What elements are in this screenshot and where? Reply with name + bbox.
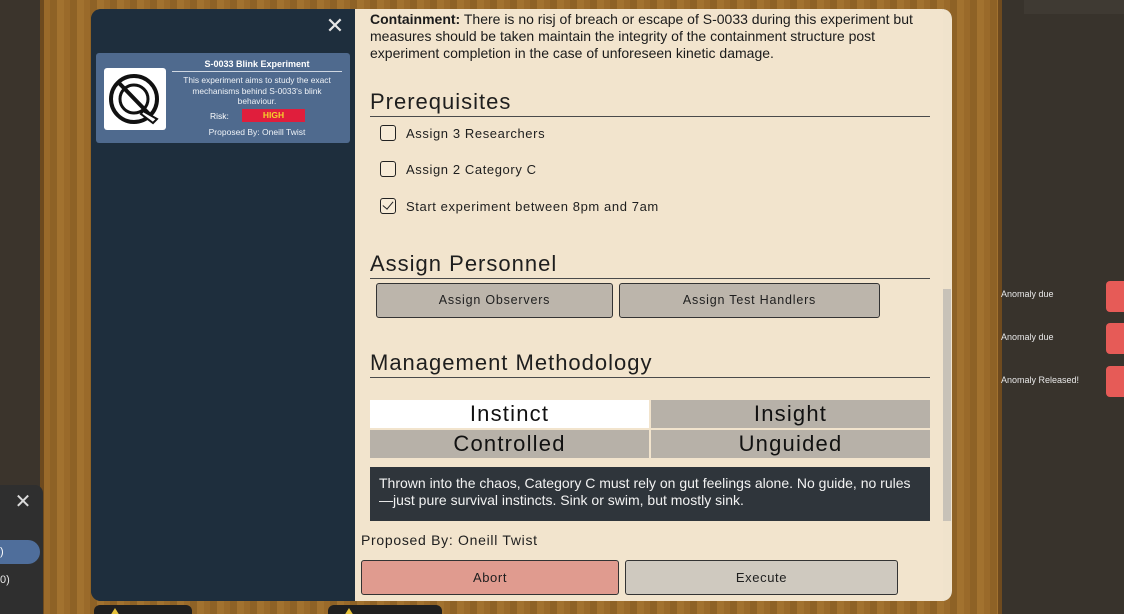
proposed-by-text: Proposed By: Oneill Twist bbox=[361, 532, 538, 548]
notification-label: Anomaly due bbox=[1001, 289, 1054, 299]
methodology-unguided-option[interactable]: Unguided bbox=[651, 430, 930, 458]
prerequisite-row: Assign 3 Researchers bbox=[380, 124, 545, 142]
methodology-insight-option[interactable]: Insight bbox=[651, 400, 930, 428]
methodology-description: Thrown into the chaos, Category C must r… bbox=[370, 467, 930, 521]
management-methodology-heading: Management Methodology bbox=[370, 350, 930, 378]
prerequisite-checkbox-checked[interactable] bbox=[380, 198, 396, 214]
abort-button[interactable]: Abort bbox=[361, 560, 619, 595]
experiment-modal: ✕ S-0033 Blink Experiment This experimen… bbox=[91, 9, 952, 601]
prerequisites-heading: Prerequisites bbox=[370, 89, 930, 117]
risk-label: Risk: bbox=[210, 111, 229, 121]
containment-text: Containment: There is no risj of breach … bbox=[370, 11, 935, 62]
left-panel-item-active[interactable]: ) bbox=[0, 540, 40, 564]
notification-tab[interactable] bbox=[1106, 281, 1124, 312]
notification-tab[interactable] bbox=[1106, 366, 1124, 397]
containment-label: Containment: bbox=[370, 11, 461, 27]
left-panel-close-icon[interactable]: ✕ bbox=[12, 492, 34, 512]
left-panel-item[interactable]: 0) bbox=[0, 571, 40, 589]
experiment-card-description: This experiment aims to study the exact … bbox=[183, 75, 331, 106]
prerequisite-checkbox[interactable] bbox=[380, 161, 396, 177]
experiment-card-proposer: Proposed By: Oneill Twist bbox=[208, 127, 306, 137]
bottom-toolbar-tab[interactable] bbox=[328, 605, 442, 614]
execute-button[interactable]: Execute bbox=[625, 560, 898, 595]
prerequisite-label: Assign 3 Researchers bbox=[406, 125, 546, 141]
prerequisite-row: Assign 2 Category C bbox=[380, 160, 537, 178]
notification-label: Anomaly due bbox=[1001, 332, 1054, 342]
close-icon[interactable]: ✕ bbox=[324, 15, 346, 37]
notification-label: Anomaly Released! bbox=[1001, 375, 1080, 385]
notification-tab[interactable] bbox=[1106, 323, 1124, 354]
experiment-list-panel: ✕ S-0033 Blink Experiment This experimen… bbox=[91, 9, 355, 601]
scrollbar-thumb[interactable] bbox=[943, 289, 951, 521]
prerequisite-label: Assign 2 Category C bbox=[406, 161, 537, 177]
assign-test-handlers-button[interactable]: Assign Test Handlers bbox=[619, 283, 880, 318]
warning-icon bbox=[344, 608, 354, 614]
no-blink-icon bbox=[104, 68, 166, 130]
divider bbox=[172, 71, 342, 72]
prerequisite-checkbox[interactable] bbox=[380, 125, 396, 141]
right-top-bar bbox=[1024, 0, 1124, 14]
assign-personnel-heading: Assign Personnel bbox=[370, 251, 930, 279]
risk-badge: HIGH bbox=[242, 109, 305, 122]
prerequisite-row: Start experiment between 8pm and 7am bbox=[380, 197, 659, 215]
experiment-card-title: S-0033 Blink Experiment bbox=[204, 59, 310, 69]
bottom-toolbar-tab[interactable] bbox=[94, 605, 192, 614]
methodology-controlled-option[interactable]: Controlled bbox=[370, 430, 649, 458]
assign-observers-button[interactable]: Assign Observers bbox=[376, 283, 613, 318]
methodology-instinct-option[interactable]: Instinct bbox=[370, 400, 649, 428]
prerequisite-label: Start experiment between 8pm and 7am bbox=[406, 198, 659, 214]
experiment-detail-panel: Containment: There is no risj of breach … bbox=[355, 9, 952, 601]
warning-icon bbox=[110, 608, 120, 614]
experiment-card[interactable]: S-0033 Blink Experiment This experiment … bbox=[96, 53, 350, 143]
